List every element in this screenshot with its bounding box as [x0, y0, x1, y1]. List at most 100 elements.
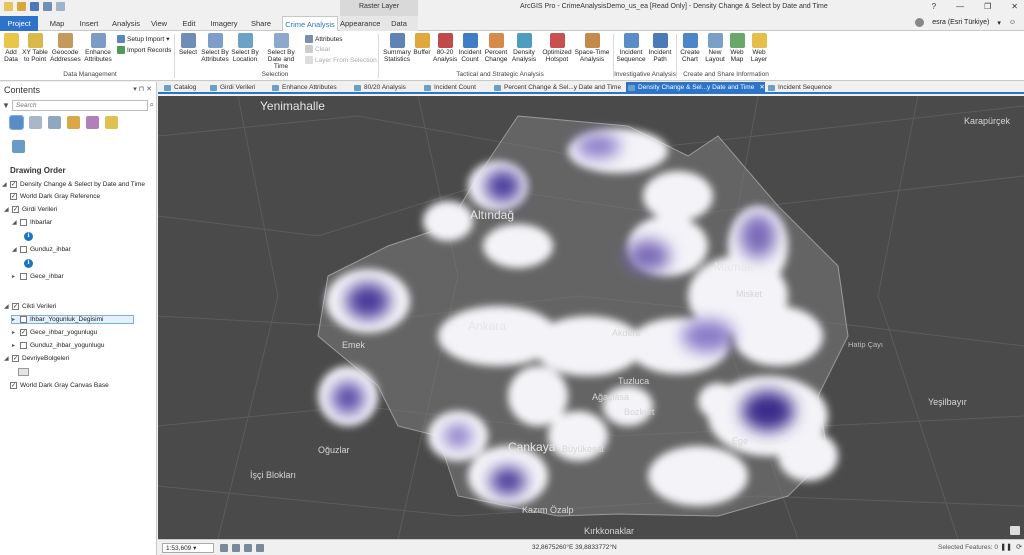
collapse-icon[interactable]: ◢ [4, 355, 9, 362]
tab-share[interactable]: Share [248, 16, 274, 31]
layer-gunduz-ihbar-yogunlugu[interactable]: ▸ Gunduz_ihbar_yogunlugu [12, 342, 104, 349]
select-by-location-button[interactable]: Select By Location [231, 33, 259, 63]
refresh-icon[interactable] [256, 544, 264, 552]
layer-checkbox[interactable]: ✓ [10, 382, 17, 389]
expand-icon[interactable]: ▸ [12, 316, 17, 323]
view-tab-incident-sequence[interactable]: Incident Sequence [766, 82, 832, 94]
layer-gece-ihbar-yogunlugu[interactable]: ▸ ✓ Gece_ihbar_yogunlugu [12, 329, 97, 336]
geocode-addresses-button[interactable]: Geocode Addresses [50, 33, 81, 63]
web-map-button[interactable]: Web Map [727, 33, 747, 63]
layer-checkbox[interactable] [20, 273, 27, 280]
optimized-hotspot-button[interactable]: Optimized Hotspot [540, 33, 574, 63]
layer-checkbox[interactable] [20, 246, 27, 253]
open-project-icon[interactable] [17, 2, 26, 11]
tab-crime-analysis[interactable]: Crime Analysis [282, 16, 338, 32]
rotation-icon[interactable] [232, 544, 240, 552]
close-icon[interactable]: ✕ [759, 84, 764, 91]
view-tab-percent-change[interactable]: Percent Change & Sel...y Date and Time [492, 82, 621, 94]
smiley-icon[interactable]: ☺ [1009, 19, 1016, 26]
avatar[interactable] [915, 18, 925, 27]
list-by-labeling-icon[interactable] [105, 116, 118, 129]
tab-project[interactable]: Project [0, 16, 38, 31]
collapse-icon[interactable]: ◢ [2, 181, 7, 188]
layer-from-selection-button[interactable]: Layer From Selection [305, 56, 377, 64]
redo-icon[interactable] [56, 2, 65, 11]
buffer-button[interactable]: Buffer [411, 33, 433, 56]
minimize-button[interactable]: — [956, 2, 964, 11]
layer-group-girdi-verileri[interactable]: ◢ ✓ Girdi Verileri [4, 206, 57, 213]
collapse-icon[interactable]: ◢ [4, 206, 9, 213]
setup-import-button[interactable]: Setup Import ▾ [117, 35, 169, 43]
select-button[interactable]: Select [178, 33, 198, 56]
analysis-80-20-button[interactable]: 80-20 Analysis [433, 33, 457, 63]
list-by-source-icon[interactable] [29, 116, 42, 129]
user-name[interactable]: esra (Esri Türkiye) [932, 19, 989, 26]
layer-ihbar-yogunluk-degisimi[interactable]: ▸ Ihbar_Yogunluk_Degisimi [10, 315, 135, 324]
enhance-attributes-button[interactable]: Enhance Attributes [81, 33, 115, 63]
add-data-button[interactable]: Add Data [2, 33, 20, 63]
layer-group-cikti-verileri[interactable]: ◢ ✓ Cikti Verileri [4, 303, 56, 310]
clear-button[interactable]: Clear [305, 45, 331, 53]
chevron-down-icon[interactable]: ▾ [997, 19, 1001, 27]
list-by-editing-icon[interactable] [67, 116, 80, 129]
search-icon[interactable]: ⌕ [150, 100, 154, 110]
tab-data[interactable]: Data [380, 16, 418, 31]
select-by-date-button[interactable]: Select By Date and Time [260, 33, 302, 70]
point-symbol-icon[interactable]: ℹ [24, 259, 33, 268]
help-button[interactable]: ? [932, 2, 936, 11]
incident-sequence-button[interactable]: Incident Sequence [616, 33, 646, 63]
search-input[interactable] [11, 99, 148, 111]
new-project-icon[interactable] [4, 2, 13, 11]
maximize-button[interactable]: ❐ [984, 2, 991, 11]
layer-checkbox[interactable]: ✓ [10, 193, 17, 200]
import-records-button[interactable]: Import Records [117, 46, 171, 54]
create-chart-button[interactable]: Create Chart [678, 33, 702, 63]
layer-checkbox[interactable] [20, 316, 27, 323]
map-corner-icon[interactable] [1010, 526, 1020, 535]
layer-checkbox[interactable] [20, 342, 27, 349]
layer-checkbox[interactable]: ✓ [20, 329, 27, 336]
layer-gunduz-ihbar[interactable]: ◢ Gunduz_ihbar [12, 246, 71, 253]
view-tab-girdi-verileri[interactable]: Girdi Verileri [208, 82, 255, 94]
xy-table-to-point-button[interactable]: XY Table to Point [22, 33, 48, 63]
expand-icon[interactable]: ▸ [12, 342, 17, 349]
layer-world-dark-gray-reference[interactable]: ✓ World Dark Gray Reference [10, 193, 100, 200]
web-layer-button[interactable]: Web Layer [748, 33, 770, 63]
layer-gece-ihbar[interactable]: ▸ Gece_ihbar [12, 273, 64, 280]
polygon-symbol-swatch[interactable] [18, 368, 29, 376]
layer-checkbox[interactable]: ✓ [12, 206, 19, 213]
tab-analysis[interactable]: Analysis [109, 16, 143, 31]
list-by-snapping-icon[interactable] [86, 116, 99, 129]
point-symbol-icon[interactable]: ℹ [24, 232, 33, 241]
close-button[interactable]: ✕ [1011, 2, 1018, 11]
expand-icon[interactable]: ▸ [12, 329, 17, 336]
tab-edit[interactable]: Edit [178, 16, 200, 31]
incident-path-button[interactable]: Incident Path [646, 33, 674, 63]
view-tab-enhance-attributes[interactable]: Enhance Attributes [270, 82, 337, 94]
save-icon[interactable] [30, 2, 39, 11]
select-by-attributes-button[interactable]: Select By Attributes [200, 33, 230, 63]
layer-checkbox[interactable]: ✓ [12, 355, 19, 362]
collapse-icon[interactable]: ◢ [4, 303, 9, 310]
undo-icon[interactable] [43, 2, 52, 11]
new-layout-button[interactable]: New Layout [703, 33, 727, 63]
layer-checkbox[interactable] [20, 219, 27, 226]
percent-change-button[interactable]: Percent Change [482, 33, 510, 63]
list-by-selection-icon[interactable] [48, 116, 61, 129]
tab-map[interactable]: Map [44, 16, 70, 31]
layer-map[interactable]: ◢ ✓ Density Change & Select by Date and … [2, 181, 145, 188]
layer-checkbox[interactable]: ✓ [10, 181, 17, 188]
summary-statistics-button[interactable]: Summary Statistics [381, 33, 413, 63]
pause-icon[interactable]: ❚❚ [1000, 543, 1012, 551]
map-view[interactable]: Yenimahalle Altındağ Mamak Ankara Akdere… [158, 96, 1024, 539]
list-by-charts-icon[interactable] [12, 140, 25, 153]
list-by-drawing-order-icon[interactable] [9, 115, 24, 130]
grid-icon[interactable] [220, 544, 228, 552]
tab-appearance[interactable]: Appearance [340, 16, 380, 31]
view-tab-incident-count[interactable]: Incident Count [422, 82, 476, 94]
density-analysis-button[interactable]: Density Analysis [510, 33, 538, 63]
layer-checkbox[interactable]: ✓ [12, 303, 19, 310]
view-tab-catalog[interactable]: Catalog [162, 82, 196, 94]
filter-icon[interactable]: ▼ [2, 101, 10, 110]
pane-controls[interactable]: ▾ ⊓ ✕ [133, 85, 152, 95]
